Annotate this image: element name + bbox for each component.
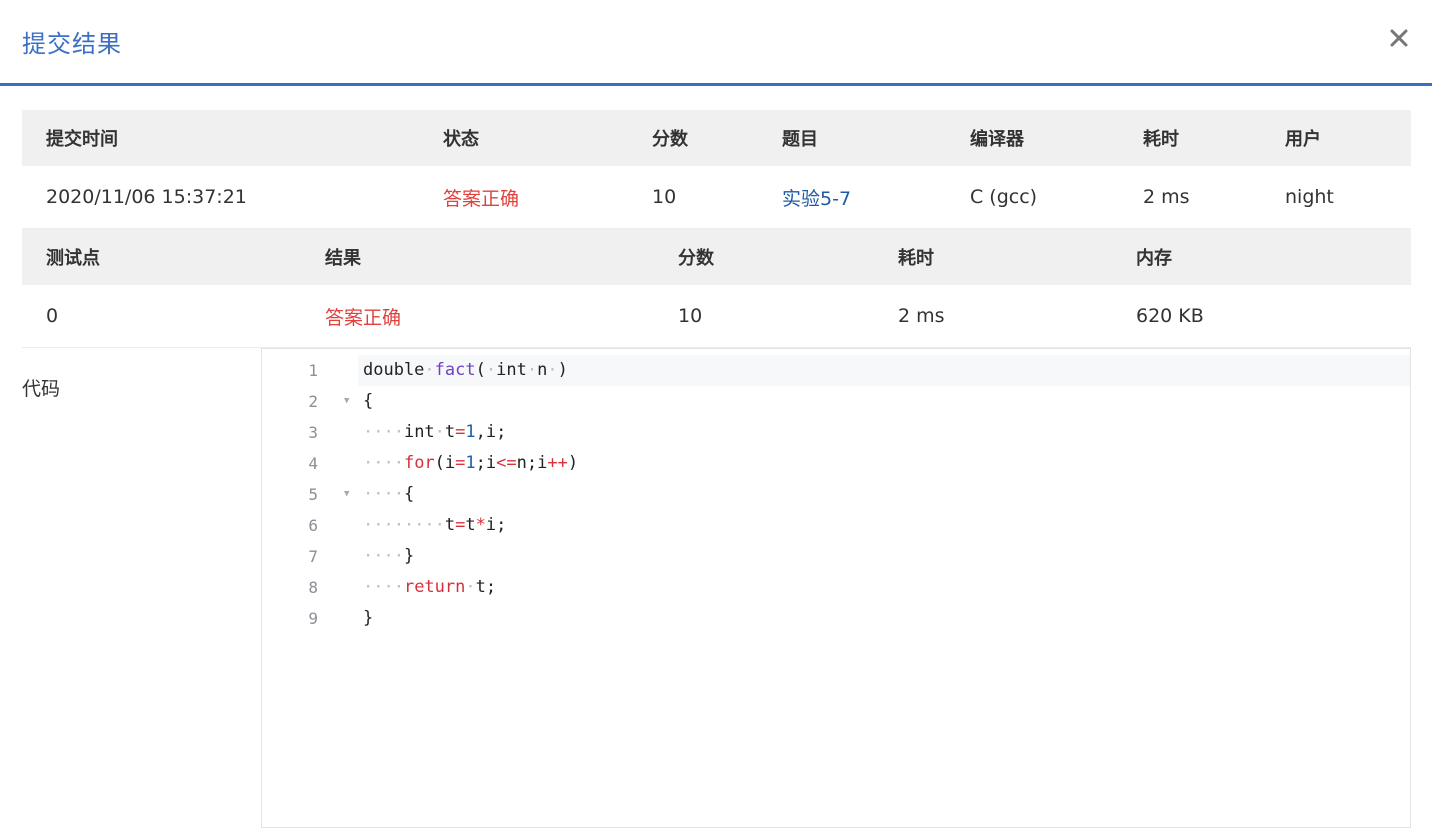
testcase-score: 10 [678,305,703,327]
code-line: 9 } [262,603,1410,634]
code-label: 代码 [22,378,61,400]
testcase-id: 0 [46,305,59,327]
status-badge: 答案正确 [443,187,520,210]
submission-table: 提交时间 状态 分数 题目 编译器 耗时 用户 2020/11/06 15:37… [22,110,1411,229]
code-line: 5 ▼ ····{ [262,479,1410,510]
line-content: ····{ [363,484,415,504]
line-content: ····for(i=1;i<=n;i++) [363,453,579,473]
line-content: ····} [363,546,415,566]
problem-link[interactable]: 实验5-7 [782,166,851,228]
code-line: 2 ▼ { [262,386,1410,417]
line-number: 4 [308,454,318,473]
triangle-down-icon[interactable]: ▼ [344,386,349,417]
testcase-elapsed: 2 ms [898,305,945,327]
close-icon [1390,29,1408,47]
submission-table-header: 提交时间 状态 分数 题目 编译器 耗时 用户 [22,110,1411,166]
code-line: 6 ········t=t*i; [262,510,1410,541]
line-number: 8 [308,578,318,597]
line-content: ········t=t*i; [363,515,507,535]
col-testcase-elapsed: 耗时 [898,248,934,269]
triangle-down-icon[interactable]: ▼ [344,479,349,510]
score-value: 10 [652,186,677,208]
line-number: 5 [308,485,318,504]
line-content: { [363,391,374,411]
elapsed-value: 2 ms [1143,186,1190,208]
user-value: night [1285,186,1334,208]
code-line: 8 ····return·t; [262,572,1410,603]
line-content: ····int·t=1,i; [363,422,507,442]
col-submit-time: 提交时间 [46,129,118,150]
code-line: 4 ····for(i=1;i<=n;i++) [262,448,1410,479]
dialog-title: 提交结果 [22,30,122,58]
dialog-header: 提交结果 [0,0,1432,86]
line-number: 7 [308,547,318,566]
line-content: } [363,608,374,628]
code-line: 3 ····int·t=1,i; [262,417,1410,448]
line-number: 3 [308,423,318,442]
line-number: 9 [308,609,318,628]
col-testcase-score: 分数 [678,248,714,269]
testcase-table-header: 测试点 结果 分数 耗时 内存 [22,229,1411,285]
code-editor[interactable]: 1 double·fact(·int·n·) 2 ▼ { 3 ····int·t… [261,348,1411,828]
testcase-result: 答案正确 [325,306,402,329]
code-line: 7 ····} [262,541,1410,572]
line-number: 2 [308,392,318,411]
testcase-table: 测试点 结果 分数 耗时 内存 0 答案正确 10 2 ms 620 KB [22,229,1411,348]
col-score: 分数 [652,129,688,150]
col-memory: 内存 [1136,248,1172,269]
line-content: ····return·t; [363,577,497,597]
submit-time: 2020/11/06 15:37:21 [46,186,247,208]
line-number: 6 [308,516,318,535]
col-status: 状态 [443,129,479,150]
col-result: 结果 [325,248,361,269]
compiler-value: C (gcc) [970,186,1038,208]
col-testcase: 测试点 [46,248,100,269]
col-compiler: 编译器 [970,129,1024,150]
table-row: 0 答案正确 10 2 ms 620 KB [22,285,1411,348]
table-row: 2020/11/06 15:37:21 答案正确 10 实验5-7 C (gcc… [22,166,1411,229]
line-number: 1 [308,361,318,380]
col-problem: 题目 [782,129,818,150]
code-line: 1 double·fact(·int·n·) [262,355,1410,386]
col-user: 用户 [1285,129,1321,150]
line-content: double·fact(·int·n·) [358,355,1410,386]
testcase-memory: 620 KB [1136,305,1204,327]
submission-result-dialog: 提交结果 提交时间 状态 分数 题目 编译器 耗时 用户 2020/11/06 … [0,0,1432,828]
close-button[interactable] [1386,24,1412,52]
col-elapsed: 耗时 [1143,129,1179,150]
